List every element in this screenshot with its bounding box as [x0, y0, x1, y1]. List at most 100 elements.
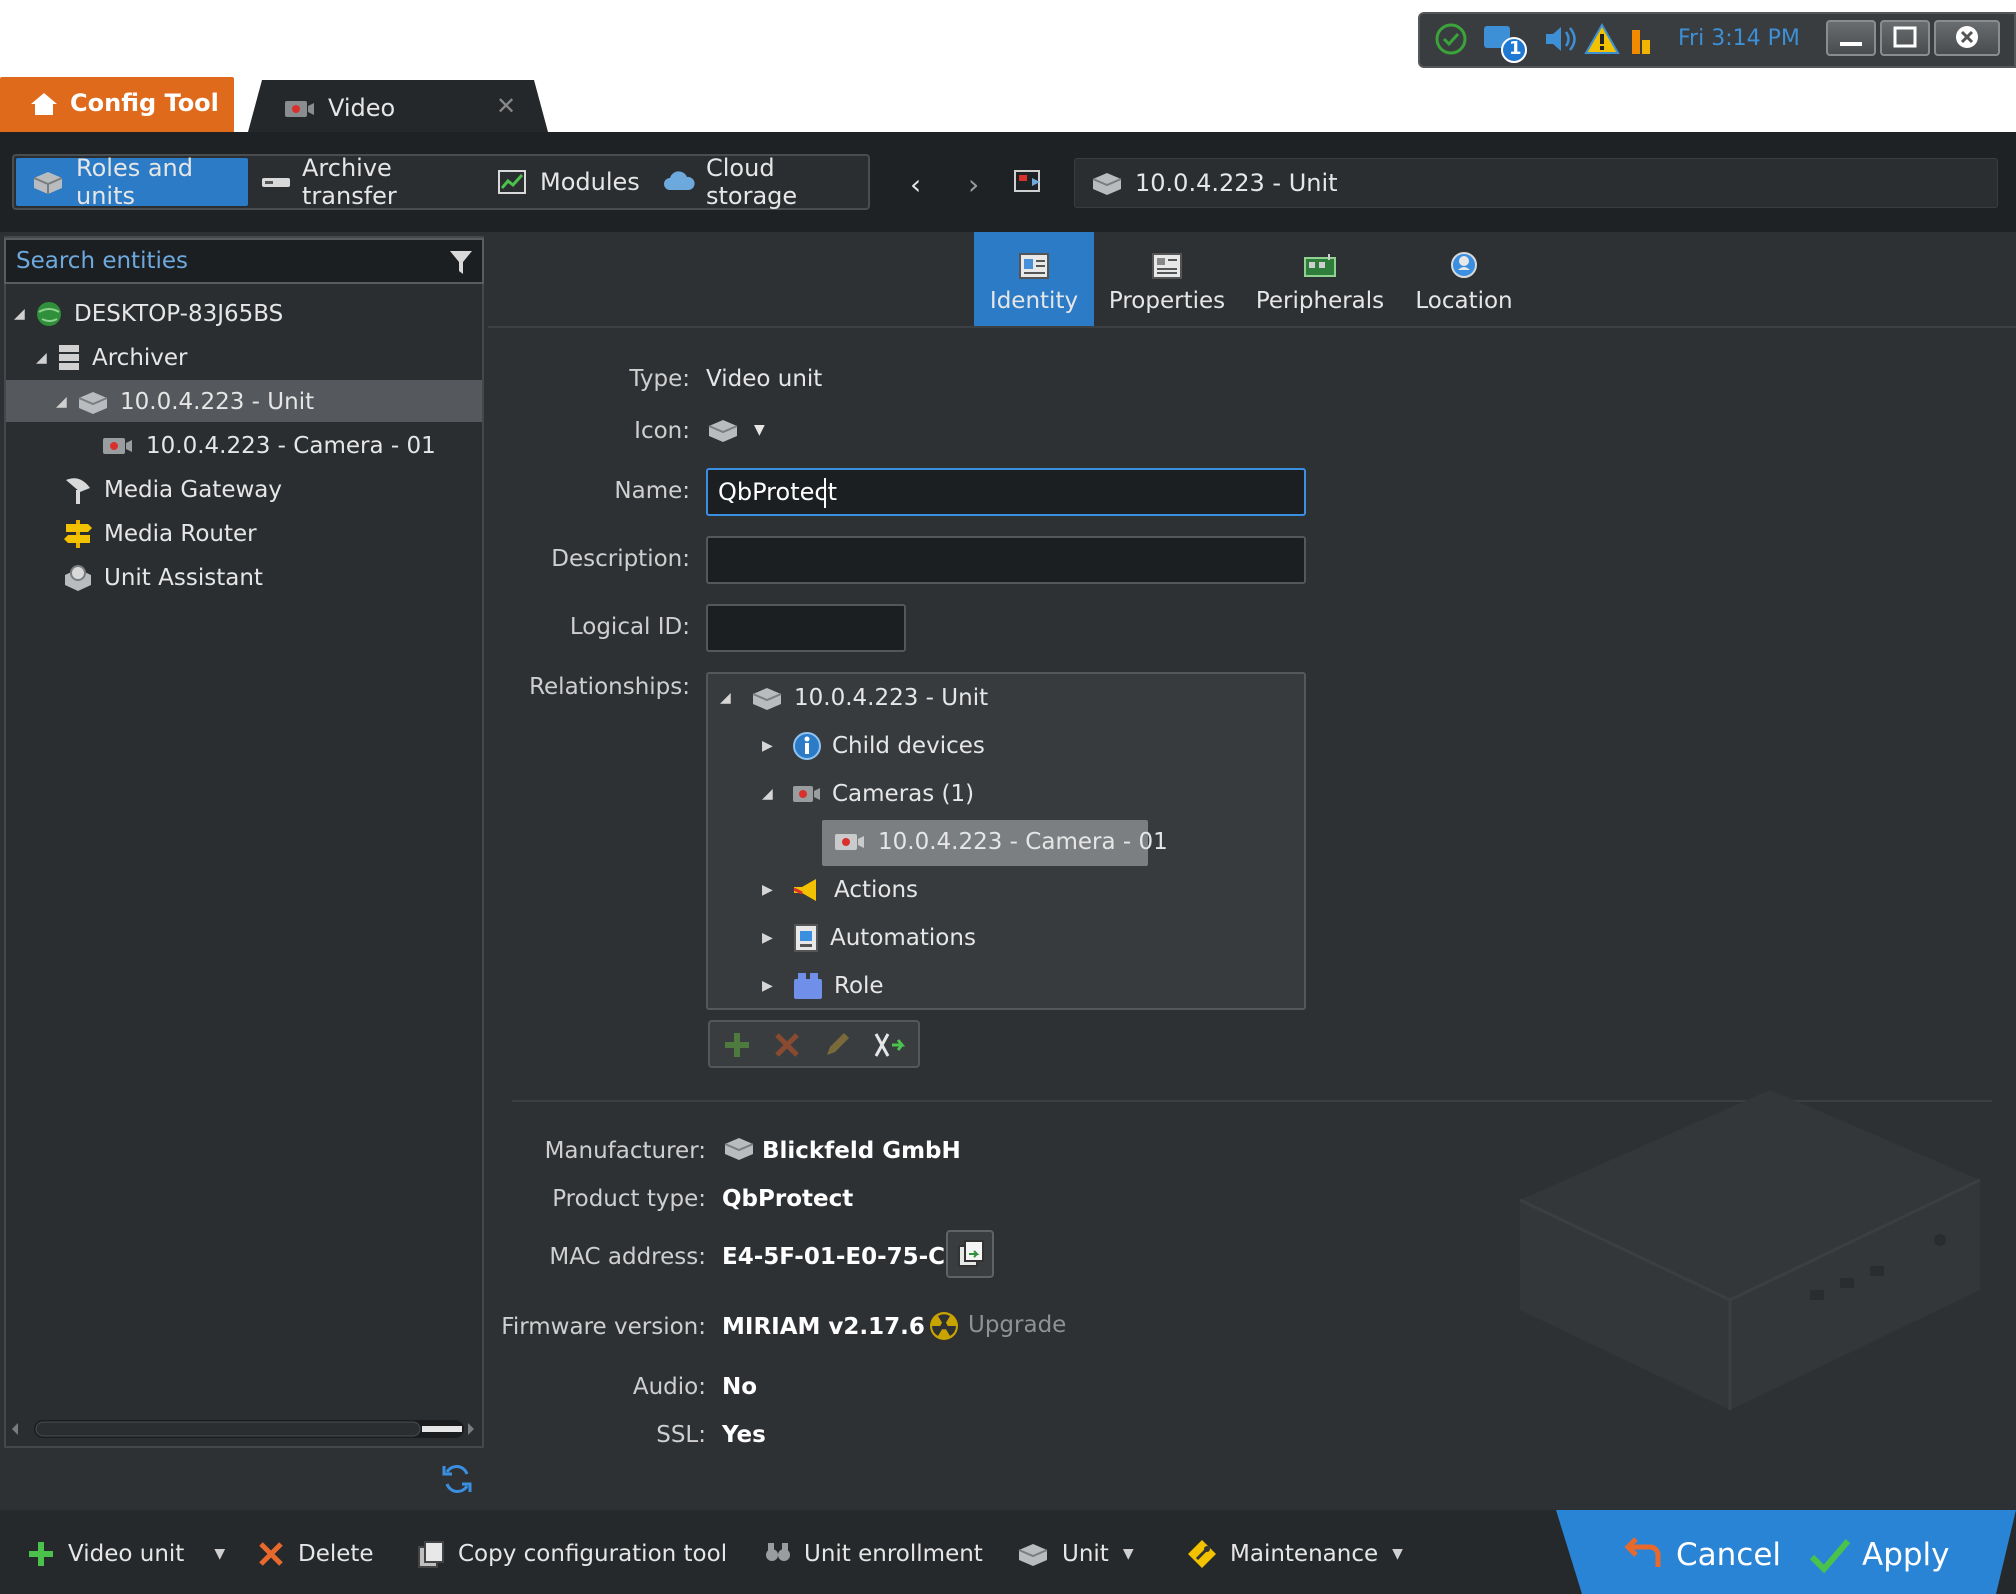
task-archive-transfer[interactable]: Archive transfer: [260, 154, 482, 210]
tree-item-media-gateway[interactable]: Media Gateway: [62, 470, 282, 510]
history-icon[interactable]: [1012, 166, 1046, 196]
edit-relationship-icon[interactable]: [822, 1030, 852, 1060]
relationship-automations[interactable]: ▶ Automations: [762, 918, 976, 958]
copy-icon: [956, 1238, 986, 1270]
camera-icon: [834, 831, 868, 853]
tab-label: Config Tool: [70, 89, 219, 117]
delete-button[interactable]: Delete: [256, 1532, 374, 1576]
relationship-role[interactable]: ▶ Role: [762, 966, 884, 1006]
collapse-icon[interactable]: ◢: [14, 306, 34, 322]
forward-arrow-icon[interactable]: ›: [968, 168, 979, 201]
task-modules[interactable]: Modules: [496, 158, 646, 206]
relationship-camera-01[interactable]: 10.0.4.223 - Camera - 01: [834, 822, 1168, 862]
tree-item-label: Media Router: [104, 521, 257, 547]
collapse-icon[interactable]: ◢: [56, 394, 76, 410]
refresh-icon[interactable]: [440, 1462, 474, 1496]
icon-label: Icon:: [634, 418, 690, 444]
description-label: Description:: [551, 546, 690, 572]
actions-icon: [792, 877, 824, 903]
breadcrumb[interactable]: 10.0.4.223 - Unit: [1074, 158, 1998, 208]
expand-icon[interactable]: ▶: [762, 930, 784, 946]
tab-config-tool[interactable]: Config Tool: [0, 77, 234, 132]
status-ok-icon[interactable]: [1434, 22, 1468, 56]
task-cloud-storage[interactable]: Cloud storage: [662, 154, 862, 210]
upgrade-link[interactable]: Upgrade: [928, 1308, 1068, 1346]
unit-enrollment-button[interactable]: Unit enrollment: [764, 1532, 983, 1576]
back-arrow-icon[interactable]: ‹: [910, 168, 921, 201]
name-field[interactable]: QbProtect: [706, 468, 1306, 516]
tab-divider: [488, 326, 2016, 328]
add-video-unit-button[interactable]: Video unit ▼: [26, 1532, 225, 1576]
relationship-actions[interactable]: ▶ Actions: [762, 870, 918, 910]
firmware-value: MIRIAM v2.17.6: [722, 1314, 925, 1340]
collapse-icon[interactable]: ◢: [720, 690, 742, 706]
maximize-button[interactable]: [1880, 20, 1930, 56]
copy-configuration-tool-button[interactable]: Copy configuration tool: [416, 1532, 727, 1576]
task-label: Archive transfer: [302, 154, 397, 210]
close-tab-icon[interactable]: ✕: [496, 92, 516, 120]
tab-label: Identity: [989, 288, 1079, 314]
name-value: QbProtect: [718, 478, 837, 506]
notification-badge: 1: [1509, 38, 1522, 59]
horizontal-scrollbar[interactable]: [8, 1414, 478, 1444]
tree-item-unit-assistant[interactable]: Unit Assistant: [62, 558, 263, 598]
unit-menu-button[interactable]: Unit ▼: [1016, 1532, 1134, 1576]
tree-item-label: DESKTOP-83J65BS: [74, 301, 284, 327]
relationship-label: Cameras (1): [832, 781, 975, 807]
expand-icon[interactable]: ▶: [762, 978, 784, 994]
relationships-label: Relationships:: [529, 674, 690, 700]
add-relationship-icon[interactable]: [722, 1030, 752, 1060]
relationship-label: 10.0.4.223 - Unit: [794, 685, 989, 711]
search-input[interactable]: Search entities: [4, 238, 484, 284]
task-roles-and-units[interactable]: Roles and units: [16, 154, 248, 210]
tree-item-label: Media Gateway: [104, 477, 282, 503]
tab-identity[interactable]: Identity: [974, 232, 1094, 326]
remove-relationship-icon[interactable]: [772, 1030, 802, 1060]
relationship-label: Child devices: [832, 733, 985, 759]
chevron-down-icon: ▼: [1122, 1546, 1134, 1562]
mac-address-label: MAC address:: [549, 1244, 706, 1270]
tab-properties[interactable]: Properties: [1108, 232, 1226, 326]
unit-icon: [750, 684, 784, 712]
jump-to-relationship-icon[interactable]: [872, 1030, 908, 1060]
chevron-down-icon[interactable]: ▼: [214, 1546, 225, 1562]
relationship-cameras[interactable]: ◢ Cameras (1): [762, 774, 974, 814]
logical-id-field[interactable]: [706, 604, 906, 652]
task-label: Roles and units: [76, 154, 193, 210]
tree-item-server[interactable]: ◢ DESKTOP-83J65BS: [14, 294, 283, 334]
warning-icon[interactable]: [1584, 22, 1620, 56]
maintenance-menu-button[interactable]: Maintenance ▼: [1186, 1532, 1403, 1576]
expand-icon[interactable]: ▶: [762, 882, 784, 898]
tab-location[interactable]: Location: [1408, 232, 1520, 326]
apply-button[interactable]: Apply: [1808, 1530, 1950, 1580]
system-tray: 1 Fri 3:14 PM: [1418, 12, 2016, 68]
unit-icon: [76, 388, 110, 416]
description-field[interactable]: [706, 536, 1306, 584]
minimize-button[interactable]: [1826, 20, 1876, 56]
collapse-icon[interactable]: ◢: [36, 350, 56, 366]
tree-item-camera[interactable]: 10.0.4.223 - Camera - 01: [102, 426, 436, 466]
tab-label: Peripherals: [1255, 288, 1385, 314]
notification-icon[interactable]: 1: [1480, 22, 1530, 64]
bandwidth-icon[interactable]: [1628, 22, 1654, 56]
tree-item-archiver[interactable]: ◢ Archiver: [36, 338, 188, 378]
relationship-child-devices[interactable]: ▶ Child devices: [762, 726, 985, 766]
tab-video[interactable]: Video ✕: [248, 80, 548, 132]
relationship-unit[interactable]: ◢ 10.0.4.223 - Unit: [720, 678, 988, 718]
button-label: Maintenance: [1230, 1541, 1379, 1567]
tree-item-unit[interactable]: ◢ 10.0.4.223 - Unit: [56, 382, 314, 422]
volume-icon[interactable]: [1542, 22, 1578, 56]
tree-item-label: 10.0.4.223 - Unit: [120, 389, 315, 415]
copy-mac-button[interactable]: [946, 1230, 994, 1278]
expand-icon[interactable]: ▶: [762, 738, 784, 754]
icon-picker[interactable]: ▼: [706, 414, 776, 450]
info-icon: [792, 731, 822, 761]
cancel-button[interactable]: Cancel: [1622, 1530, 1781, 1580]
tab-peripherals[interactable]: Peripherals: [1254, 232, 1386, 326]
collapse-icon[interactable]: ◢: [762, 786, 784, 802]
manufacturer-label: Manufacturer:: [544, 1138, 706, 1164]
button-label: Cancel: [1676, 1537, 1782, 1573]
tree-item-media-router[interactable]: Media Router: [62, 514, 257, 554]
close-button[interactable]: [1934, 20, 2000, 56]
filter-icon[interactable]: [448, 248, 474, 278]
